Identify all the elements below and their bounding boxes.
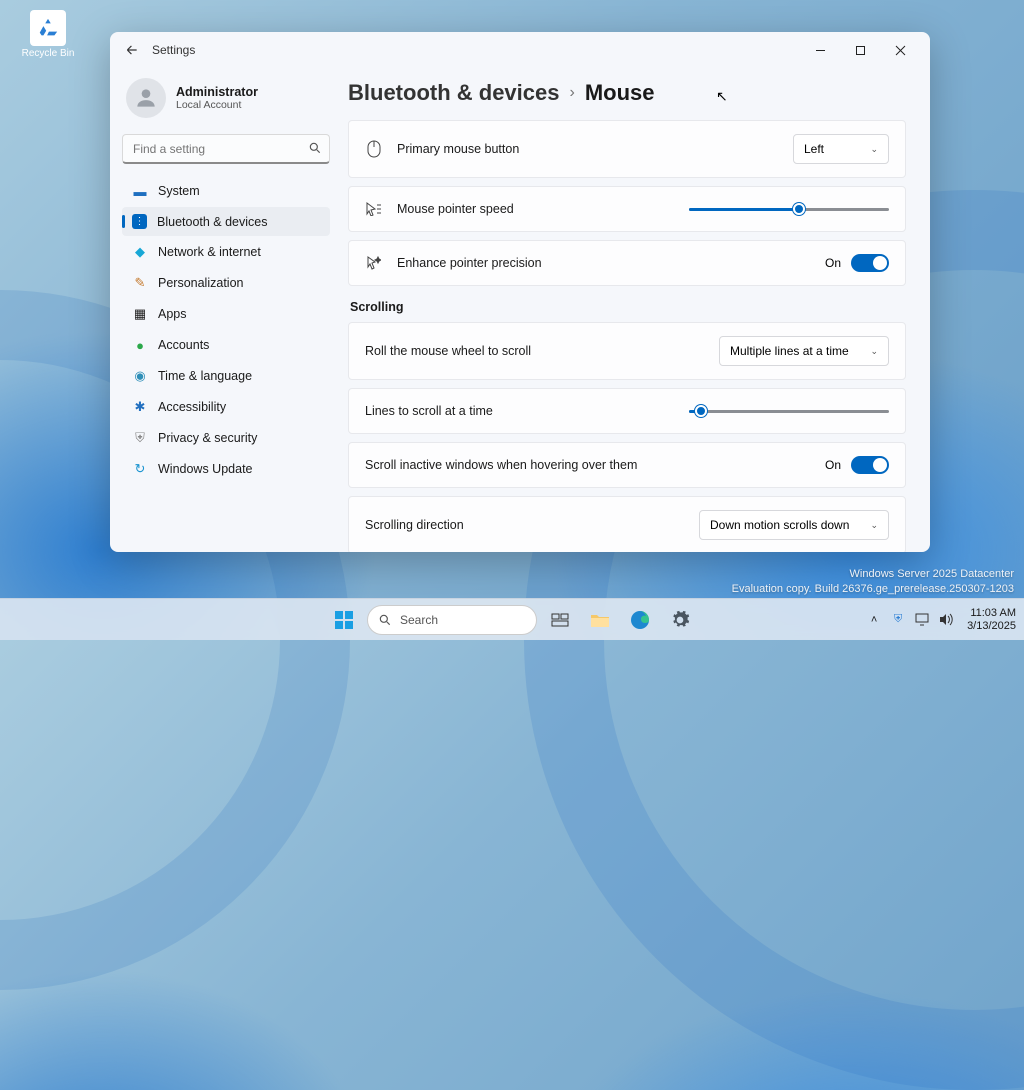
sidebar-item-accessibility[interactable]: ✱ Accessibility (122, 392, 330, 422)
user-account-type: Local Account (176, 99, 258, 111)
tray-clock[interactable]: 11:03 AM 3/13/2025 (967, 607, 1016, 632)
accessibility-icon: ✱ (132, 399, 148, 415)
cursor-sparkle-icon (365, 256, 383, 270)
setting-label: Scrolling direction (365, 518, 685, 532)
sidebar-item-label: Apps (158, 307, 187, 321)
chevron-down-icon: ⌄ (870, 520, 878, 531)
start-button[interactable] (327, 603, 361, 637)
toggle-state: On (825, 256, 841, 270)
sidebar-nav: ▬ System ⋮ Bluetooth & devices ◆ Network & … (122, 176, 330, 484)
close-button[interactable] (880, 36, 920, 64)
sidebar-item-label: Windows Update (158, 462, 253, 476)
sidebar-item-accounts[interactable]: ● Accounts (122, 330, 330, 360)
search-icon (378, 613, 392, 627)
cursor-speed-icon (365, 202, 383, 216)
setting-wheel-scroll: Roll the mouse wheel to scroll Multiple … (349, 323, 905, 379)
primary-button-dropdown[interactable]: Left⌄ (793, 134, 889, 164)
setting-label: Scroll inactive windows when hovering ov… (365, 458, 811, 472)
setting-enhance-precision: Enhance pointer precision On (349, 241, 905, 285)
setting-inactive-scroll: Scroll inactive windows when hovering ov… (349, 443, 905, 487)
taskbar-edge[interactable] (623, 603, 657, 637)
sidebar-item-label: Personalization (158, 276, 243, 290)
setting-label: Enhance pointer precision (397, 256, 811, 270)
setting-label: Primary mouse button (397, 142, 779, 156)
update-icon: ↻ (132, 461, 148, 477)
wifi-icon: ◆ (132, 244, 148, 260)
sidebar-item-update[interactable]: ↻ Windows Update (122, 454, 330, 484)
window-title: Settings (152, 43, 195, 57)
chevron-down-icon: ⌄ (870, 346, 878, 357)
user-profile[interactable]: Administrator Local Account (122, 74, 330, 128)
chevron-down-icon: ⌄ (870, 144, 878, 155)
taskbar: Search ˄ ⛨ 11:03 AM 3/13/2025 (0, 598, 1024, 640)
sidebar-item-bluetooth[interactable]: ⋮ Bluetooth & devices (122, 207, 330, 236)
user-name: Administrator (176, 85, 258, 99)
sidebar-item-label: Time & language (158, 369, 252, 383)
recycle-bin-icon (30, 10, 66, 46)
setting-lines-scroll: Lines to scroll at a time (349, 389, 905, 433)
setting-scroll-direction: Scrolling direction Down motion scrolls … (349, 497, 905, 552)
lines-scroll-slider[interactable] (689, 402, 889, 420)
sidebar-item-label: System (158, 184, 200, 198)
scroll-direction-dropdown[interactable]: Down motion scrolls down⌄ (699, 510, 889, 540)
sidebar-item-time[interactable]: ◉ Time & language (122, 361, 330, 391)
sidebar-item-label: Accounts (158, 338, 209, 352)
tray-security-icon[interactable]: ⛨ (889, 611, 907, 629)
person-icon: ● (132, 337, 148, 353)
search-icon (308, 141, 322, 160)
toggle-state: On (825, 458, 841, 472)
bluetooth-icon: ⋮ (132, 214, 147, 229)
setting-pointer-speed: Mouse pointer speed (349, 187, 905, 231)
main-content: Bluetooth & devices › Mouse Primary mous… (340, 68, 930, 552)
breadcrumb-current: Mouse (585, 80, 655, 106)
taskbar-explorer[interactable] (583, 603, 617, 637)
section-header-scrolling: Scrolling (350, 300, 906, 314)
sidebar-item-personalization[interactable]: ✎ Personalization (122, 268, 330, 298)
setting-label: Lines to scroll at a time (365, 404, 675, 418)
sidebar-item-system[interactable]: ▬ System (122, 176, 330, 206)
tray-network-icon[interactable] (913, 611, 931, 629)
setting-primary-mouse-button: Primary mouse button Left⌄ (349, 121, 905, 177)
taskbar-task-view[interactable] (543, 603, 577, 637)
maximize-button[interactable] (840, 36, 880, 64)
monitor-icon: ▬ (132, 183, 148, 199)
sidebar-item-label: Network & internet (158, 245, 261, 259)
wheel-scroll-dropdown[interactable]: Multiple lines at a time⌄ (719, 336, 889, 366)
mouse-icon (365, 140, 383, 158)
breadcrumb-parent[interactable]: Bluetooth & devices (348, 80, 559, 106)
globe-icon: ◉ (132, 368, 148, 384)
shield-icon: ⛨ (132, 430, 148, 446)
settings-window: Settings Administrator Local Account (110, 32, 930, 552)
search-input[interactable] (122, 134, 330, 164)
inactive-scroll-toggle[interactable] (851, 456, 889, 474)
apps-icon: ▦ (132, 306, 148, 322)
tray-volume-icon[interactable] (937, 611, 955, 629)
taskbar-settings[interactable] (663, 603, 697, 637)
enhance-precision-toggle[interactable] (851, 254, 889, 272)
sidebar-item-apps[interactable]: ▦ Apps (122, 299, 330, 329)
sidebar-item-privacy[interactable]: ⛨ Privacy & security (122, 423, 330, 453)
breadcrumb: Bluetooth & devices › Mouse (348, 80, 906, 106)
sidebar-item-label: Privacy & security (158, 431, 257, 445)
avatar (126, 78, 166, 118)
watermark: Windows Server 2025 Datacenter Evaluatio… (732, 567, 1014, 596)
minimize-button[interactable] (800, 36, 840, 64)
sidebar-item-network[interactable]: ◆ Network & internet (122, 237, 330, 267)
pointer-speed-slider[interactable] (689, 200, 889, 218)
sidebar: Administrator Local Account ▬ System ⋮ Blu… (110, 68, 340, 552)
titlebar: Settings (110, 32, 930, 68)
desktop-icon-recycle-bin[interactable]: Recycle Bin (18, 10, 78, 59)
setting-label: Roll the mouse wheel to scroll (365, 344, 705, 358)
back-button[interactable] (120, 38, 144, 62)
desktop-icon-label: Recycle Bin (22, 48, 75, 59)
system-tray: ˄ ⛨ 11:03 AM 3/13/2025 (865, 607, 1016, 632)
setting-label: Mouse pointer speed (397, 202, 675, 216)
taskbar-search[interactable]: Search (367, 605, 537, 635)
sidebar-item-label: Accessibility (158, 400, 226, 414)
sidebar-item-label: Bluetooth & devices (157, 215, 268, 229)
chevron-right-icon: › (569, 84, 574, 102)
tray-chevron-icon[interactable]: ˄ (865, 611, 883, 629)
brush-icon: ✎ (132, 275, 148, 291)
